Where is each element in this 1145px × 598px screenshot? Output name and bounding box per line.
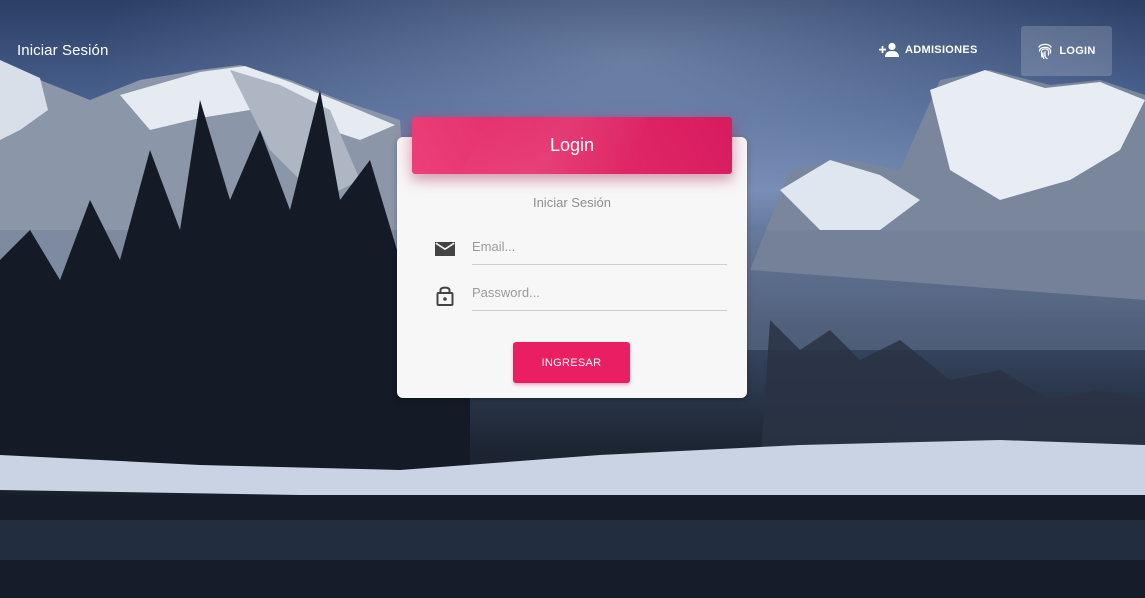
nav-item-label: Admisiones	[905, 44, 978, 56]
nav-item-login[interactable]: Login	[1021, 26, 1112, 76]
login-page: Iniciar Sesión Admisiones	[0, 0, 1145, 598]
email-input[interactable]	[472, 228, 727, 265]
ingresar-button[interactable]: Ingresar	[513, 342, 630, 383]
nav-item-admisiones[interactable]: Admisiones	[879, 41, 978, 59]
password-field-group	[433, 274, 727, 314]
lake-reflection	[0, 520, 1145, 560]
card-subtitle: Iniciar Sesión	[532, 195, 612, 210]
navbar-brand[interactable]: Iniciar Sesión	[17, 42, 108, 59]
fingerprint-icon	[1037, 42, 1053, 60]
email-field-group	[433, 228, 727, 268]
lock-icon	[433, 283, 457, 307]
navbar: Iniciar Sesión Admisiones	[0, 0, 1145, 100]
card-header: Login	[412, 117, 732, 174]
card-title: Login	[549, 135, 595, 155]
person-add-icon	[879, 42, 899, 58]
nav-item-label: Login	[1059, 45, 1096, 57]
password-input[interactable]	[472, 274, 727, 311]
mail-icon	[433, 237, 457, 261]
